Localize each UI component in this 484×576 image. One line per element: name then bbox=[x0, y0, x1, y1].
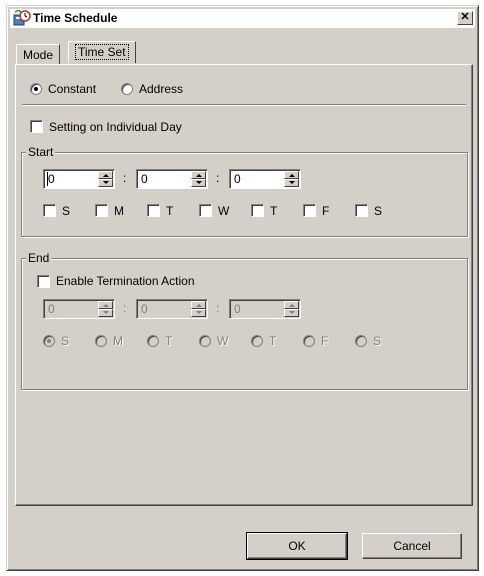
start-day-label-2: T bbox=[166, 204, 174, 218]
end-day-radio-4[interactable] bbox=[251, 335, 263, 347]
start-day-checkbox-2[interactable] bbox=[147, 204, 160, 217]
end-second-down-button[interactable] bbox=[284, 309, 299, 317]
start-day-checkbox-0[interactable] bbox=[43, 204, 56, 217]
start-minute-spinner[interactable]: 0 bbox=[136, 169, 208, 189]
end-day-label-2: T bbox=[165, 334, 173, 348]
start-second-spinner[interactable]: 0 bbox=[229, 169, 301, 189]
tab-time-set-label: Time Set bbox=[75, 44, 129, 60]
end-day-label-0: S bbox=[61, 334, 70, 348]
address-label: Address bbox=[139, 82, 184, 96]
start-minute-up-button[interactable] bbox=[191, 171, 206, 179]
title-bar[interactable]: Time Schedule ✕ bbox=[10, 9, 475, 28]
start-hour-value: 0 bbox=[48, 172, 55, 186]
end-day-label-3: W bbox=[217, 334, 229, 348]
start-hour-spin-buttons bbox=[98, 171, 113, 187]
cancel-button[interactable]: Cancel bbox=[362, 533, 462, 559]
start-second-value: 0 bbox=[234, 172, 241, 186]
end-day-radio-2[interactable] bbox=[147, 335, 159, 347]
app-icon bbox=[13, 10, 31, 26]
end-day-radio-0[interactable] bbox=[43, 335, 55, 347]
time-schedule-dialog: Time Schedule ✕ Mode Time Set Constant A… bbox=[6, 5, 479, 571]
start-group: Start bbox=[21, 145, 468, 237]
enable-termination-checkbox[interactable] bbox=[37, 275, 50, 288]
ok-button[interactable]: OK bbox=[246, 532, 348, 560]
end-minute-down-button[interactable] bbox=[191, 309, 206, 317]
start-hour-up-button[interactable] bbox=[98, 171, 113, 179]
end-minute-up-button[interactable] bbox=[191, 301, 206, 309]
end-hour-spin-buttons bbox=[98, 301, 113, 317]
end-day-label-4: T bbox=[269, 334, 277, 348]
end-day-radio-1[interactable] bbox=[95, 335, 107, 347]
enable-termination-label: Enable Termination Action bbox=[56, 274, 195, 288]
end-second-spin-buttons bbox=[284, 301, 299, 317]
start-day-label-3: W bbox=[218, 204, 230, 218]
end-day-label-1: M bbox=[113, 334, 123, 348]
start-minute-value: 0 bbox=[141, 172, 148, 186]
start-minute-spin-buttons bbox=[191, 171, 206, 187]
start-day-checkbox-3[interactable] bbox=[199, 204, 212, 217]
start-second-down-button[interactable] bbox=[284, 179, 299, 187]
address-radio[interactable] bbox=[121, 83, 133, 95]
start-colon-2: : bbox=[216, 171, 220, 185]
end-day-radio-6[interactable] bbox=[355, 335, 367, 347]
start-second-up-button[interactable] bbox=[284, 171, 299, 179]
end-minute-spinner[interactable]: 0 bbox=[136, 299, 208, 319]
window-title: Time Schedule bbox=[33, 11, 118, 25]
start-day-checkbox-5[interactable] bbox=[303, 204, 316, 217]
end-hour-value: 0 bbox=[48, 302, 55, 316]
constant-radio[interactable] bbox=[30, 83, 42, 95]
start-hour-spinner[interactable]: 0 bbox=[43, 169, 115, 189]
start-group-title: Start bbox=[26, 145, 56, 159]
separator bbox=[22, 104, 466, 106]
end-hour-spinner[interactable]: 0 bbox=[43, 299, 115, 319]
start-day-label-6: S bbox=[374, 204, 383, 218]
close-icon: ✕ bbox=[460, 11, 470, 23]
end-colon-2: : bbox=[216, 301, 220, 315]
individual-day-checkbox[interactable] bbox=[30, 120, 43, 133]
start-day-checkbox-6[interactable] bbox=[355, 204, 368, 217]
end-minute-value: 0 bbox=[141, 302, 148, 316]
start-day-label-1: M bbox=[114, 204, 124, 218]
start-day-label-4: T bbox=[270, 204, 278, 218]
end-day-label-5: F bbox=[321, 334, 329, 348]
end-second-up-button[interactable] bbox=[284, 301, 299, 309]
end-day-label-6: S bbox=[373, 334, 382, 348]
individual-day-label: Setting on Individual Day bbox=[49, 120, 182, 134]
tab-mode-label: Mode bbox=[23, 48, 54, 62]
constant-label: Constant bbox=[48, 82, 97, 96]
tab-time-set[interactable]: Time Set bbox=[68, 41, 136, 63]
start-day-label-0: S bbox=[62, 204, 71, 218]
end-second-spinner[interactable]: 0 bbox=[229, 299, 301, 319]
end-day-radio-5[interactable] bbox=[303, 335, 315, 347]
end-hour-up-button[interactable] bbox=[98, 301, 113, 309]
start-day-checkbox-4[interactable] bbox=[251, 204, 264, 217]
end-hour-down-button[interactable] bbox=[98, 309, 113, 317]
start-minute-down-button[interactable] bbox=[191, 179, 206, 187]
start-day-label-5: F bbox=[322, 204, 330, 218]
end-minute-spin-buttons bbox=[191, 301, 206, 317]
start-second-spin-buttons bbox=[284, 171, 299, 187]
end-second-value: 0 bbox=[234, 302, 241, 316]
end-group-title: End bbox=[26, 251, 52, 265]
end-colon-1: : bbox=[123, 301, 127, 315]
start-colon-1: : bbox=[123, 171, 127, 185]
start-hour-down-button[interactable] bbox=[98, 179, 113, 187]
tab-mode[interactable]: Mode bbox=[16, 44, 61, 64]
start-day-checkbox-1[interactable] bbox=[95, 204, 108, 217]
end-day-radio-3[interactable] bbox=[199, 335, 211, 347]
close-button[interactable]: ✕ bbox=[457, 11, 473, 25]
